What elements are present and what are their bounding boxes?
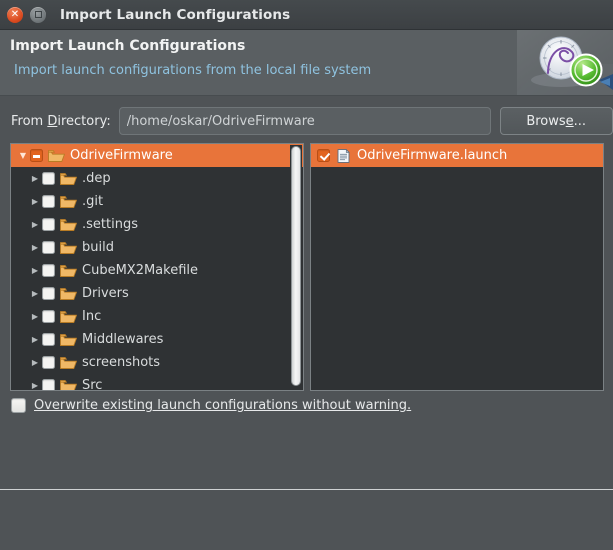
tree-row-label: .settings bbox=[82, 217, 138, 232]
tree-row-label: build bbox=[82, 240, 114, 255]
chevron-right-icon[interactable]: ▶ bbox=[28, 358, 42, 367]
chevron-right-icon[interactable]: ▶ bbox=[28, 289, 42, 298]
file-icon bbox=[337, 148, 350, 163]
from-directory-row: From Directory: Browse... bbox=[0, 104, 613, 138]
chevron-down-icon[interactable]: ▼ bbox=[16, 151, 30, 160]
launch-configuration-list-panel[interactable]: OdriveFirmware.launch bbox=[310, 143, 604, 391]
tree-row[interactable]: ▶ screenshots bbox=[11, 351, 303, 374]
checkbox-unchecked[interactable] bbox=[42, 264, 55, 277]
folder-icon bbox=[60, 264, 77, 277]
tree-row-label: screenshots bbox=[82, 355, 161, 370]
folder-icon bbox=[60, 356, 77, 369]
chevron-right-icon[interactable]: ▶ bbox=[28, 220, 42, 229]
chevron-right-icon[interactable]: ▶ bbox=[28, 312, 42, 321]
checkbox-unchecked[interactable] bbox=[42, 241, 55, 254]
tree-row-label: Src bbox=[82, 378, 103, 391]
tree-row-label: OdriveFirmware bbox=[70, 148, 173, 163]
checkbox-unchecked[interactable] bbox=[42, 218, 55, 231]
wizard-banner: Import Launch Configurations Import laun… bbox=[0, 30, 613, 96]
window-title: Import Launch Configurations bbox=[60, 6, 291, 23]
launch-configuration-list[interactable]: OdriveFirmware.launch bbox=[311, 144, 603, 167]
tree-row[interactable]: ▶ CubeMX2Makefile bbox=[11, 259, 303, 282]
tree-row[interactable]: ▶ Src bbox=[11, 374, 303, 391]
tree-row-label: .dep bbox=[82, 171, 111, 186]
close-icon[interactable]: ✕ bbox=[7, 6, 23, 23]
import-launch-configurations-dialog: ✕ Import Launch Configurations Import La… bbox=[0, 0, 613, 550]
tree-row[interactable]: ▶ .settings bbox=[11, 213, 303, 236]
folder-icon bbox=[60, 287, 77, 300]
chevron-right-icon[interactable]: ▶ bbox=[28, 335, 42, 344]
tree-row[interactable]: ▶ .dep bbox=[11, 167, 303, 190]
chevron-right-icon[interactable]: ▶ bbox=[28, 381, 42, 390]
checkbox-unchecked[interactable] bbox=[42, 356, 55, 369]
directory-tree-panel[interactable]: ▼ OdriveFirmware ▶ .dep ▶ .git ▶ .settings ▶ buil… bbox=[10, 143, 304, 391]
chevron-right-icon[interactable]: ▶ bbox=[28, 243, 42, 252]
checkbox-unchecked[interactable] bbox=[42, 310, 55, 323]
list-item-label: OdriveFirmware.launch bbox=[357, 148, 508, 163]
chevron-right-icon[interactable]: ▶ bbox=[28, 266, 42, 275]
checkbox-unchecked[interactable] bbox=[42, 333, 55, 346]
footer-bar: ? < Back Next > Cancel Finish https://bl… bbox=[0, 490, 613, 550]
from-directory-input[interactable] bbox=[118, 107, 491, 135]
folder-icon bbox=[60, 333, 77, 346]
browse-button[interactable]: Browse... bbox=[499, 107, 613, 135]
tree-row[interactable]: ▶ build bbox=[11, 236, 303, 259]
folder-icon bbox=[48, 149, 65, 162]
tree-row-label: Inc bbox=[82, 309, 102, 324]
tree-row-label: Drivers bbox=[82, 286, 129, 301]
folder-icon bbox=[60, 218, 77, 231]
vertical-scrollbar[interactable] bbox=[290, 145, 302, 389]
checkbox-unchecked[interactable] bbox=[42, 195, 55, 208]
from-directory-label: From Directory: bbox=[11, 113, 111, 129]
folder-icon bbox=[60, 172, 77, 185]
chevron-right-icon[interactable]: ▶ bbox=[28, 197, 42, 206]
tree-row[interactable]: ▼ OdriveFirmware bbox=[11, 144, 303, 167]
page-title: Import Launch Configurations bbox=[10, 38, 246, 54]
tree-row[interactable]: ▶ Inc bbox=[11, 305, 303, 328]
folder-icon bbox=[60, 310, 77, 323]
tree-row[interactable]: ▶ Middlewares bbox=[11, 328, 303, 351]
checkbox-partial[interactable] bbox=[30, 149, 43, 162]
maximize-icon[interactable] bbox=[30, 6, 46, 23]
overwrite-existing-checkbox[interactable]: Overwrite existing launch configurations… bbox=[11, 398, 411, 413]
overwrite-checkbox-box[interactable] bbox=[11, 398, 26, 413]
tree-row-label: Middlewares bbox=[82, 332, 164, 347]
folder-icon bbox=[60, 241, 77, 254]
selection-panels: ▼ OdriveFirmware ▶ .dep ▶ .git ▶ .settings ▶ buil… bbox=[10, 143, 604, 391]
title-bar: ✕ Import Launch Configurations bbox=[0, 0, 613, 30]
tree-row-label: .git bbox=[82, 194, 104, 209]
overwrite-checkbox-label: Overwrite existing launch configurations… bbox=[34, 398, 412, 413]
tree-row-label: CubeMX2Makefile bbox=[82, 263, 199, 278]
page-description: Import launch configurations from the lo… bbox=[14, 63, 372, 78]
checkbox-checked[interactable] bbox=[317, 149, 330, 162]
launch-configuration-wizard-icon bbox=[517, 30, 613, 95]
folder-icon bbox=[60, 379, 77, 390]
checkbox-unchecked[interactable] bbox=[42, 379, 55, 390]
directory-tree[interactable]: ▼ OdriveFirmware ▶ .dep ▶ .git ▶ .settings ▶ buil… bbox=[11, 144, 303, 391]
checkbox-unchecked[interactable] bbox=[42, 172, 55, 185]
scrollbar-thumb[interactable] bbox=[291, 146, 301, 386]
checkbox-unchecked[interactable] bbox=[42, 287, 55, 300]
tree-row[interactable]: ▶ Drivers bbox=[11, 282, 303, 305]
tree-row[interactable]: ▶ .git bbox=[11, 190, 303, 213]
list-item[interactable]: OdriveFirmware.launch bbox=[311, 144, 603, 167]
folder-icon bbox=[60, 195, 77, 208]
chevron-right-icon[interactable]: ▶ bbox=[28, 174, 42, 183]
